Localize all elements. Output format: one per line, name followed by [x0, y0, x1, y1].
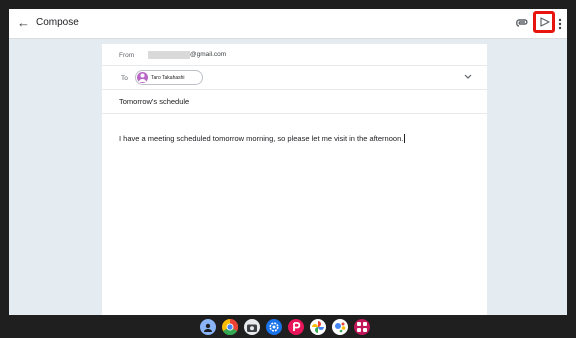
attachment-icon[interactable] — [515, 18, 529, 28]
subject-row[interactable]: Tomorrow's schedule — [102, 90, 487, 114]
photos-icon[interactable] — [310, 319, 326, 335]
paypay-icon[interactable] — [288, 319, 304, 335]
chevron-down-icon[interactable] — [464, 74, 472, 80]
text-cursor — [404, 134, 406, 143]
app-title: Compose — [36, 17, 79, 28]
from-email: @gmail.com — [190, 51, 227, 58]
chrome-icon[interactable] — [222, 319, 238, 335]
device-frame: ← Compose From @gmail.com To Taro Takaha… — [0, 0, 576, 338]
send-button-highlight[interactable] — [533, 11, 555, 33]
screen: ← Compose From @gmail.com To Taro Takaha… — [9, 9, 567, 315]
subject-field[interactable]: Tomorrow's schedule — [119, 97, 189, 106]
to-label: To — [121, 75, 128, 82]
from-label: From — [119, 52, 135, 59]
assistant-icon[interactable] — [332, 319, 348, 335]
recipient-chip[interactable]: Taro Takahashi — [135, 70, 203, 85]
settings-icon[interactable] — [266, 319, 282, 335]
shelf — [0, 315, 576, 338]
message-body-text: I have a meeting scheduled tomorrow morn… — [119, 134, 404, 143]
apps-icon[interactable] — [354, 319, 370, 335]
send-icon[interactable] — [540, 17, 550, 27]
back-arrow-icon[interactable]: ← — [17, 15, 30, 31]
camera-icon[interactable] — [244, 319, 260, 335]
from-row[interactable]: From @gmail.com — [102, 44, 487, 66]
person-icon — [139, 73, 146, 82]
message-body[interactable]: I have a meeting scheduled tomorrow morn… — [119, 134, 406, 143]
compose-sheet: From @gmail.com To Taro Takahashi Tomorr… — [102, 44, 487, 315]
more-vert-icon[interactable] — [558, 18, 562, 30]
redacted-email — [148, 51, 190, 59]
launcher-icon[interactable] — [200, 319, 216, 335]
avatar — [137, 72, 148, 83]
to-row[interactable]: To Taro Takahashi — [102, 66, 487, 90]
app-bar: ← Compose — [9, 9, 567, 39]
recipient-name: Taro Takahashi — [151, 74, 185, 81]
